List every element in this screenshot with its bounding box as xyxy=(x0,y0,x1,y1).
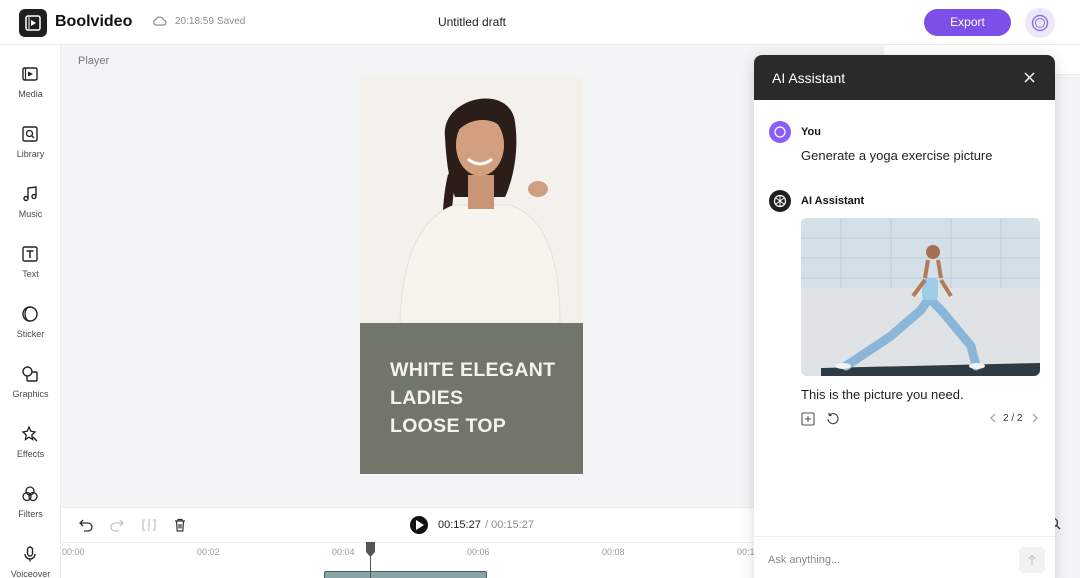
total-time: / 00:15:27 xyxy=(485,519,534,531)
user-avatar-icon xyxy=(769,121,791,143)
sidebar-item-text[interactable]: Text xyxy=(0,245,61,301)
document-title[interactable]: Untitled draft xyxy=(380,15,564,29)
text-icon xyxy=(22,246,38,262)
next-icon[interactable] xyxy=(1030,412,1040,424)
logo-icon xyxy=(19,9,47,37)
preview-caption: WHITE ELEGANT LADIES LOOSE TOP xyxy=(360,323,583,474)
sidebar-item-label: Sticker xyxy=(16,329,45,339)
effects-icon xyxy=(21,425,38,442)
play-button[interactable] xyxy=(410,516,428,534)
top-bar: Boolvideo 20:18:59 Saved Untitled draft … xyxy=(0,0,1080,45)
sidebar-item-filters[interactable]: Filters xyxy=(0,485,61,541)
app-root: Boolvideo 20:18:59 Saved Untitled draft … xyxy=(0,0,1080,578)
delete-icon[interactable] xyxy=(172,517,188,533)
regenerate-icon[interactable] xyxy=(826,412,840,426)
save-time: 20:18:59 xyxy=(175,16,214,27)
media-icon xyxy=(22,67,38,81)
voiceover-icon xyxy=(24,546,36,562)
timeline-toolbar: 00:15:27 / 00:15:27 xyxy=(61,507,761,542)
preview-photo xyxy=(360,77,583,324)
tick-label: 00:04 xyxy=(332,547,355,557)
library-icon xyxy=(22,126,38,142)
playhead-handle[interactable] xyxy=(366,542,375,578)
image-pager: 2 / 2 xyxy=(1003,413,1023,424)
export-button[interactable]: Export xyxy=(924,9,1011,36)
sidebar-item-graphics[interactable]: Graphics xyxy=(0,365,61,421)
assistant-avatar-icon xyxy=(769,190,791,212)
sidebar-item-label: Music xyxy=(18,209,43,219)
save-status: Saved xyxy=(217,16,246,27)
sidebar-item-label: Filters xyxy=(18,509,43,519)
sidebar-item-music[interactable]: Music xyxy=(0,185,61,241)
sidebar-item-media[interactable]: Media xyxy=(0,65,61,121)
user-message: Generate a yoga exercise picture xyxy=(801,148,993,163)
graphics-icon xyxy=(22,366,38,382)
split-icon[interactable] xyxy=(141,517,157,533)
user-avatar[interactable] xyxy=(1025,8,1055,38)
generated-image[interactable] xyxy=(801,218,1040,376)
tick-label: 00:06 xyxy=(467,547,490,557)
left-sidebar: Media Library Music Text Sticker Graphic… xyxy=(0,45,61,578)
brand-name: Boolvideo xyxy=(55,13,133,30)
ai-panel-title: AI Assistant xyxy=(772,70,846,86)
music-icon xyxy=(23,186,37,202)
sidebar-item-sticker[interactable]: Sticker xyxy=(0,305,61,361)
sidebar-item-voiceover[interactable]: Voiceover xyxy=(0,545,61,578)
player-label: Player xyxy=(78,55,110,67)
add-to-timeline-icon[interactable] xyxy=(801,412,815,426)
filters-icon xyxy=(22,486,38,502)
sidebar-item-label: Text xyxy=(22,269,39,279)
caption-line: LADIES xyxy=(390,387,464,409)
ai-panel-header: AI Assistant xyxy=(754,55,1055,100)
sidebar-item-label: Media xyxy=(18,89,43,99)
previous-icon[interactable] xyxy=(988,412,998,424)
assistant-name: AI Assistant xyxy=(801,195,865,207)
tick-label: 00:1 xyxy=(737,547,755,557)
ai-assistant-panel: AI Assistant You Generate a yoga exercis… xyxy=(754,55,1055,578)
cloud-icon xyxy=(153,16,167,26)
sidebar-item-label: Graphics xyxy=(12,389,49,399)
tick-label: 00:00 xyxy=(62,547,85,557)
sidebar-item-label: Effects xyxy=(16,449,45,459)
ask-input[interactable] xyxy=(768,548,1008,572)
send-button[interactable] xyxy=(1019,547,1045,573)
caption-line: LOOSE TOP xyxy=(390,415,507,437)
ai-input-bar xyxy=(754,536,1055,578)
sidebar-item-effects[interactable]: Effects xyxy=(0,425,61,481)
sidebar-item-library[interactable]: Library xyxy=(0,125,61,181)
sidebar-item-label: Voiceover xyxy=(10,569,51,578)
timeline-clip[interactable] xyxy=(324,571,487,578)
redo-icon[interactable] xyxy=(109,517,125,533)
tick-label: 00:08 xyxy=(602,547,625,557)
sticker-icon xyxy=(22,306,38,322)
tick-label: 00:02 xyxy=(197,547,220,557)
sidebar-item-label: Library xyxy=(16,149,45,159)
undo-icon[interactable] xyxy=(78,517,94,533)
video-preview[interactable]: WHITE ELEGANT LADIES LOOSE TOP xyxy=(360,77,583,474)
assistant-message: This is the picture you need. xyxy=(801,387,964,402)
close-icon[interactable] xyxy=(1022,70,1037,85)
caption-line: WHITE ELEGANT xyxy=(390,359,556,381)
current-time: 00:15:27 xyxy=(438,519,481,531)
user-name: You xyxy=(801,126,821,138)
